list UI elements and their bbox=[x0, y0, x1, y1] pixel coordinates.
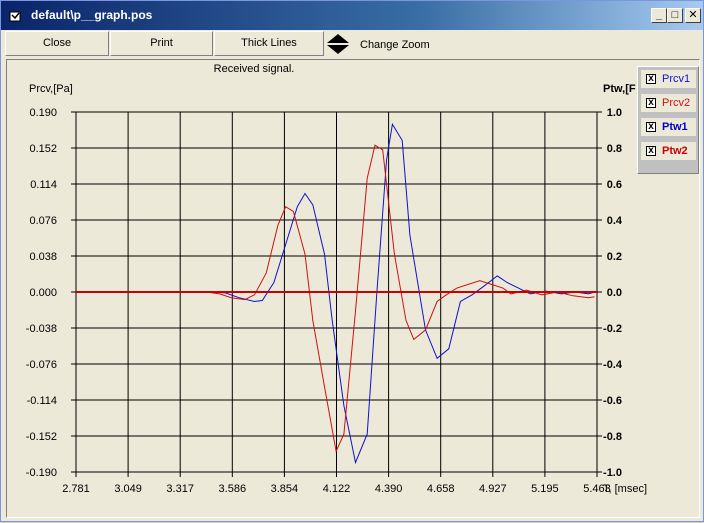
x-axis-unit-label: T, [msec] bbox=[603, 483, 647, 495]
y-tick-label-left: -0.190 bbox=[26, 467, 57, 479]
y-tick-label-left: -0.114 bbox=[27, 395, 57, 407]
x-tick-label: 4.390 bbox=[375, 483, 403, 495]
y-tick-label-left: -0.152 bbox=[26, 431, 57, 443]
x-tick-label: 3.854 bbox=[271, 483, 299, 495]
x-tick-label: 2.781 bbox=[62, 483, 90, 495]
chart-title: Received signal. bbox=[214, 63, 295, 75]
y-tick-label-left: 0.000 bbox=[29, 287, 57, 299]
signal-chart: Received signal. Prcv,[Pa] Ptw,[F 2.781 3… bbox=[26, 63, 647, 495]
y-tick-label-right: 0.0 bbox=[607, 287, 622, 299]
y-tick-label-right: -0.6 bbox=[603, 395, 622, 407]
y-tick-label-right: 0.6 bbox=[607, 179, 622, 191]
y-tick-label-left: 0.076 bbox=[29, 215, 57, 227]
legend-label-ptw1: Ptw1 bbox=[662, 121, 688, 133]
y-tick-label-right: 1.0 bbox=[607, 107, 622, 119]
x-tick-label: 4.122 bbox=[323, 483, 351, 495]
x-tick-label: 4.658 bbox=[427, 483, 455, 495]
y-tick-label-left: 0.152 bbox=[29, 143, 57, 155]
legend-label-prcv2: Prcv2 bbox=[662, 97, 691, 109]
legend-item-prcv1[interactable]: x Prcv1 bbox=[641, 70, 696, 88]
y-tick-label-right: -0.8 bbox=[603, 431, 622, 443]
legend-item-ptw2[interactable]: x Ptw2 bbox=[641, 142, 696, 160]
y-tick-label-right: -1.0 bbox=[603, 467, 622, 479]
series-line-prcv1 bbox=[76, 122, 595, 465]
y-tick-label-right: 0.4 bbox=[607, 215, 623, 227]
y-tick-label-left: -0.038 bbox=[26, 323, 57, 335]
x-tick-label: 3.049 bbox=[114, 483, 142, 495]
legend-item-prcv2[interactable]: x Prcv2 bbox=[641, 94, 696, 112]
legend-label-ptw2: Ptw2 bbox=[662, 145, 688, 157]
legend-checkbox[interactable]: x bbox=[646, 146, 656, 156]
legend: x Prcv1 x Prcv2 x Ptw1 x Ptw2 bbox=[637, 66, 699, 174]
y-axis-left-label: Prcv,[Pa] bbox=[29, 83, 73, 95]
y-tick-label-right: -0.4 bbox=[603, 359, 623, 371]
y-tick-label-left: -0.076 bbox=[26, 359, 57, 371]
y-tick-label-right: 0.2 bbox=[607, 251, 622, 263]
legend-checkbox[interactable]: x bbox=[646, 98, 656, 108]
y-tick-label-right: -0.2 bbox=[603, 323, 622, 335]
legend-checkbox[interactable]: x bbox=[646, 122, 656, 132]
y-tick-label-left: 0.038 bbox=[29, 251, 57, 263]
legend-checkbox[interactable]: x bbox=[646, 74, 656, 84]
legend-label-prcv1: Prcv1 bbox=[662, 73, 691, 85]
y-tick-label-left: 0.190 bbox=[29, 107, 57, 119]
y-tick-label-left: 0.114 bbox=[30, 179, 57, 191]
x-tick-label: 5.195 bbox=[531, 483, 559, 495]
legend-item-ptw1[interactable]: x Ptw1 bbox=[641, 118, 696, 136]
x-tick-label: 3.317 bbox=[166, 483, 194, 495]
x-tick-label: 4.927 bbox=[479, 483, 507, 495]
y-axis-right-label: Ptw,[F bbox=[603, 83, 636, 95]
y-tick-label-right: 0.8 bbox=[607, 143, 622, 155]
graph-window: default\p__graph.pos _ □ ✕ Close Print T… bbox=[0, 0, 704, 522]
series-line-prcv2 bbox=[76, 144, 595, 453]
x-tick-label: 3.586 bbox=[219, 483, 247, 495]
